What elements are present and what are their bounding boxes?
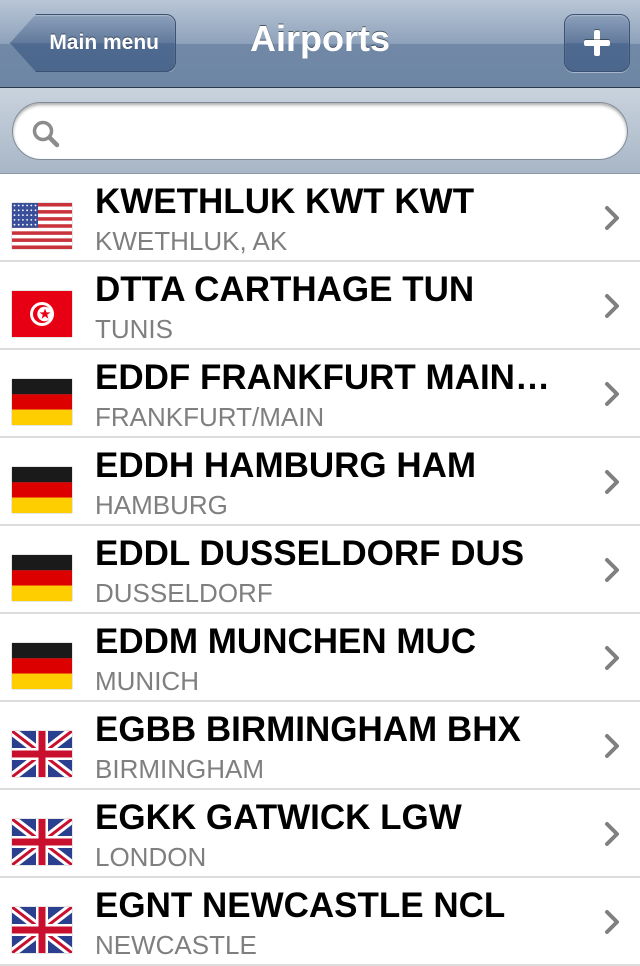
chevron-right-icon (605, 206, 619, 230)
table-row[interactable]: EGBB BIRMINGHAM BHX BIRMINGHAM (0, 702, 640, 790)
airport-title: EGNT NEWCASTLE NCL (95, 886, 506, 925)
chevron-right-icon (605, 910, 619, 934)
chevron-right-icon (605, 294, 619, 318)
airport-title: EGBB BIRMINGHAM BHX (95, 710, 521, 749)
navigation-bar: Main menu Airports (0, 0, 640, 88)
airport-list: KWETHLUK KWT KWT KWETHLUK, AK DTTA CARTHAG… (0, 174, 640, 966)
search-input[interactable] (71, 114, 627, 148)
table-row[interactable]: KWETHLUK KWT KWT KWETHLUK, AK (0, 174, 640, 262)
airport-city: LONDON (95, 842, 207, 872)
uk-flag-icon (12, 907, 72, 953)
table-row[interactable]: DTTA CARTHAGE TUN TUNIS (0, 262, 640, 350)
airport-city: MUNICH (95, 666, 199, 696)
table-row[interactable]: EDDH HAMBURG HAM HAMBURG (0, 438, 640, 526)
germany-flag-icon (12, 379, 72, 425)
airport-title: KWETHLUK KWT KWT (95, 182, 475, 221)
airport-city: TUNIS (95, 314, 173, 344)
table-row[interactable]: EDDL DUSSELDORF DUS DUSSELDORF (0, 526, 640, 614)
germany-flag-icon (12, 467, 72, 513)
airport-city: KWETHLUK, AK (95, 226, 288, 256)
page-title: Airports (249, 18, 390, 59)
us-flag-icon (12, 203, 72, 249)
airport-city: FRANKFURT/MAIN (95, 402, 325, 432)
germany-flag-icon (12, 555, 72, 601)
airport-city: BIRMINGHAM (95, 754, 264, 784)
uk-flag-icon (12, 819, 72, 865)
airport-city: NEWCASTLE (95, 930, 257, 960)
chevron-right-icon (605, 470, 619, 494)
airport-title: EGKK GATWICK LGW (95, 798, 462, 837)
airport-city: HAMBURG (95, 490, 228, 520)
chevron-right-icon (605, 822, 619, 846)
chevron-right-icon (605, 382, 619, 406)
germany-flag-icon (12, 643, 72, 689)
uk-flag-icon (12, 731, 72, 777)
airport-title: EDDH HAMBURG HAM (95, 446, 477, 485)
search-bar (0, 88, 640, 174)
airport-title: EDDM MUNCHEN MUC (95, 622, 477, 661)
chevron-right-icon (605, 734, 619, 758)
chevron-right-icon (605, 646, 619, 670)
airport-title: EDDF FRANKFURT MAIN… (95, 358, 550, 397)
airport-title: DTTA CARTHAGE TUN (95, 270, 475, 309)
tunisia-flag-icon (12, 291, 72, 337)
table-row[interactable]: EDDM MUNCHEN MUC MUNICH (0, 614, 640, 702)
table-row[interactable]: EGKK GATWICK LGW LONDON (0, 790, 640, 878)
chevron-right-icon (605, 558, 619, 582)
search-icon (32, 120, 60, 148)
add-airport-button[interactable] (564, 14, 630, 72)
table-row[interactable]: EGNT NEWCASTLE NCL NEWCASTLE (0, 878, 640, 966)
table-row[interactable]: EDDF FRANKFURT MAIN… FRANKFURT/MAIN (0, 350, 640, 438)
airport-title: EDDL DUSSELDORF DUS (95, 534, 525, 573)
plus-icon (584, 30, 610, 56)
airport-city: DUSSELDORF (95, 578, 273, 608)
search-field[interactable] (12, 102, 628, 160)
